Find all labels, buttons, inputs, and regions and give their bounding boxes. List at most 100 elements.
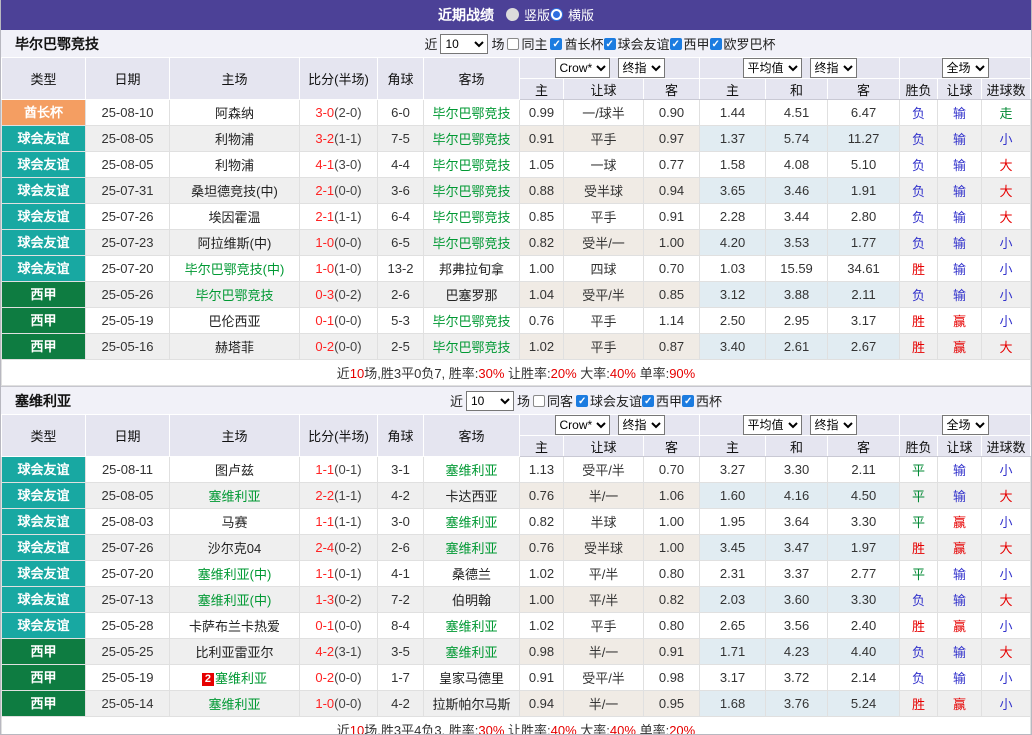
odds-company-select[interactable]: Crow* xyxy=(555,415,610,435)
handicap-line: 平手 xyxy=(564,613,644,639)
col-date: 日期 xyxy=(86,415,170,457)
handicap-line: 受平/半 xyxy=(564,457,644,483)
league-checkbox[interactable] xyxy=(576,395,588,407)
away-team-name: 塞维利亚 xyxy=(445,463,497,478)
handicap-home-odds: 0.76 xyxy=(520,483,564,509)
final-index-select[interactable]: 终指 xyxy=(618,58,665,78)
fulltime-score: 0-3 xyxy=(315,287,334,302)
league-filter: 酋长杯 xyxy=(550,34,603,53)
avg-home-odds: 1.03 xyxy=(700,256,766,282)
match-date: 25-05-28 xyxy=(86,613,170,639)
away-team-cell: 毕尔巴鄂竞技 xyxy=(424,334,520,360)
avg-home-odds: 3.27 xyxy=(700,457,766,483)
match-row: 西甲25-05-25比利亚雷亚尔4-2(3-1)3-5塞维利亚0.98半/一0.… xyxy=(2,639,1031,665)
result-handicap: 输 xyxy=(938,483,982,509)
home-team-cell: 利物浦 xyxy=(170,126,300,152)
full-match-select[interactable]: 全场 xyxy=(942,415,989,435)
col-handicap-home: 主 xyxy=(520,79,564,100)
handicap-away-odds: 0.70 xyxy=(644,256,700,282)
match-row: 西甲25-05-26毕尔巴鄂竞技0-3(0-2)2-6巴塞罗那1.04受平/半0… xyxy=(2,282,1031,308)
col-handicap-result: 让球 xyxy=(938,436,982,457)
avg-draw-odds: 3.47 xyxy=(766,535,828,561)
league-checkbox[interactable] xyxy=(670,38,682,50)
home-team-name: 毕尔巴鄂竞技(中) xyxy=(185,262,285,277)
odds-company-select[interactable]: Crow* xyxy=(555,58,610,78)
league-filter-list: 酋长杯球会友谊西甲欧罗巴杯 xyxy=(550,34,775,53)
home-team-name: 塞维利亚 xyxy=(215,671,267,686)
league-checkbox[interactable] xyxy=(550,38,562,50)
competition-badge: 球会友谊 xyxy=(2,204,85,229)
rounds-select[interactable]: 10 xyxy=(440,34,488,54)
away-team-name: 拉斯帕尔马斯 xyxy=(432,697,510,712)
col-corner: 角球 xyxy=(378,58,424,100)
league-checkbox[interactable] xyxy=(710,38,722,50)
summary-part: 近 xyxy=(337,366,350,381)
average-select[interactable]: 平均值 xyxy=(743,415,802,435)
result-handicap: 赢 xyxy=(938,535,982,561)
final-index-select-2[interactable]: 终指 xyxy=(810,58,857,78)
corner-score: 6-4 xyxy=(378,204,424,230)
halftime-score: (1-1) xyxy=(334,488,361,503)
away-team-name: 毕尔巴鄂竞技 xyxy=(432,340,510,355)
handicap-away-odds: 0.82 xyxy=(644,587,700,613)
league-label: 酋长杯 xyxy=(564,34,603,53)
col-winlose: 胜负 xyxy=(900,79,938,100)
match-score: 0-3(0-2) xyxy=(300,282,378,308)
result-goals: 走 xyxy=(982,100,1031,126)
league-filter: 球会友谊 xyxy=(576,391,642,410)
corner-score: 3-5 xyxy=(378,639,424,665)
matches-label: 场 xyxy=(517,391,530,410)
competition-cell: 球会友谊 xyxy=(2,256,86,282)
handicap-line: 平手 xyxy=(564,308,644,334)
league-checkbox[interactable] xyxy=(642,395,654,407)
result-handicap: 输 xyxy=(938,639,982,665)
competition-badge: 球会友谊 xyxy=(2,230,85,255)
corner-score: 5-3 xyxy=(378,308,424,334)
result-winlose: 负 xyxy=(900,230,938,256)
avg-draw-odds: 3.37 xyxy=(766,561,828,587)
home-team-name: 塞维利亚(中) xyxy=(198,593,272,608)
handicap-line: 半球 xyxy=(564,509,644,535)
full-match-select[interactable]: 全场 xyxy=(942,58,989,78)
avg-draw-odds: 3.72 xyxy=(766,665,828,691)
match-date: 25-05-26 xyxy=(86,282,170,308)
handicap-line: 平手 xyxy=(564,126,644,152)
team-name: 塞维利亚 xyxy=(15,391,71,411)
match-score: 3-2(1-1) xyxy=(300,126,378,152)
league-checkbox[interactable] xyxy=(604,38,616,50)
section-filters: 近 10 场 同主 酋长杯球会友谊西甲欧罗巴杯 xyxy=(424,34,775,54)
handicap-home-odds: 1.02 xyxy=(520,613,564,639)
col-handicap-home: 主 xyxy=(520,436,564,457)
league-checkbox[interactable] xyxy=(682,395,694,407)
horizontal-layout-radio[interactable]: 横版 xyxy=(550,5,594,24)
match-row: 西甲25-05-16赫塔菲0-2(0-0)2-5毕尔巴鄂竞技1.02平手0.87… xyxy=(2,334,1031,360)
col-home: 主场 xyxy=(170,415,300,457)
vertical-layout-radio[interactable]: 竖版 xyxy=(506,5,550,24)
match-score: 1-0(0-0) xyxy=(300,691,378,717)
halftime-score: (0-0) xyxy=(334,696,361,711)
fulltime-score: 1-1 xyxy=(315,514,334,529)
col-score: 比分(半场) xyxy=(300,58,378,100)
same-venue-checkbox[interactable] xyxy=(507,38,519,50)
match-row: 球会友谊25-08-05塞维利亚2-2(1-1)4-2卡达西亚0.76半/一1.… xyxy=(2,483,1031,509)
match-date: 25-08-03 xyxy=(86,509,170,535)
avg-draw-odds: 3.88 xyxy=(766,282,828,308)
home-team-name: 卡萨布兰卡热爱 xyxy=(189,619,280,634)
competition-cell: 球会友谊 xyxy=(2,126,86,152)
average-select[interactable]: 平均值 xyxy=(743,58,802,78)
match-row: 球会友谊25-07-20塞维利亚(中)1-1(0-1)4-1桑德兰1.02平/半… xyxy=(2,561,1031,587)
corner-score: 13-2 xyxy=(378,256,424,282)
summary-part: 10 xyxy=(350,366,364,381)
handicap-line: 平手 xyxy=(564,334,644,360)
corner-score: 1-7 xyxy=(378,665,424,691)
handicap-away-odds: 0.91 xyxy=(644,204,700,230)
home-team-cell: 阿森纳 xyxy=(170,100,300,126)
final-index-select[interactable]: 终指 xyxy=(618,415,665,435)
same-venue-checkbox[interactable] xyxy=(533,395,545,407)
competition-badge: 球会友谊 xyxy=(2,561,85,586)
final-index-select-2[interactable]: 终指 xyxy=(810,415,857,435)
rounds-select[interactable]: 10 xyxy=(466,391,514,411)
col-handicap-away: 客 xyxy=(644,436,700,457)
result-handicap: 输 xyxy=(938,152,982,178)
avg-draw-odds: 3.64 xyxy=(766,509,828,535)
